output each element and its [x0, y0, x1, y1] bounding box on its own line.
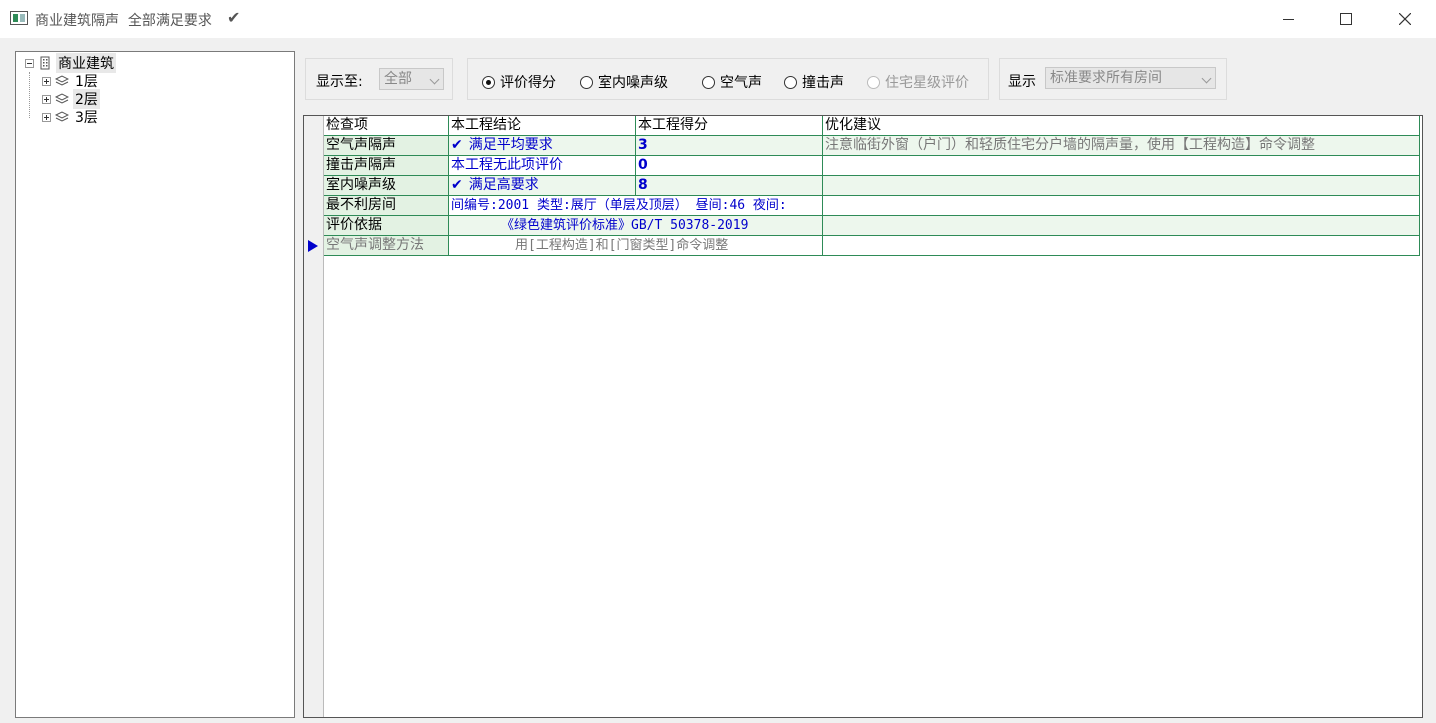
tree-item-floor-2[interactable]: 2层: [42, 89, 100, 109]
floor-icon: [55, 93, 69, 104]
show-to-select[interactable]: 全部: [379, 68, 444, 90]
row-score[interactable]: 0: [636, 156, 823, 176]
tree-root[interactable]: 商业建筑: [25, 53, 116, 73]
check-icon: ✔: [227, 8, 241, 27]
expand-icon[interactable]: [42, 94, 51, 104]
radio-label: 室内噪声级: [598, 75, 668, 91]
row-item[interactable]: 最不利房间: [324, 196, 449, 216]
header-score[interactable]: 本工程得分: [636, 116, 823, 136]
radio-airborne-sound[interactable]: 空气声: [702, 72, 762, 92]
show-to-label: 显示至:: [316, 74, 363, 90]
view-mode-group: 评价得分 室内噪声级 空气声 撞击声 住宅星级评价: [467, 58, 989, 100]
row-score[interactable]: 3: [636, 136, 823, 156]
radio-evaluation-score[interactable]: 评价得分: [482, 72, 556, 92]
radio-circle[interactable]: [482, 75, 495, 89]
row-conclusion[interactable]: ✔ 满足平均要求: [449, 136, 636, 156]
header-check-item[interactable]: 检查项: [324, 116, 449, 136]
row-conclusion[interactable]: 《绿色建筑评价标准》GB/T 50378-2019: [449, 216, 823, 236]
header-conclusion[interactable]: 本工程结论: [449, 116, 636, 136]
radio-indoor-noise[interactable]: 室内噪声级: [580, 72, 668, 92]
floor-icon: [55, 75, 69, 86]
tree-item-label: 3层: [75, 110, 98, 126]
row-conclusion[interactable]: 本工程无此项评价: [449, 156, 636, 176]
expand-icon[interactable]: [42, 76, 51, 86]
row-item[interactable]: 室内噪声级: [324, 176, 449, 196]
row-item[interactable]: 空气声隔声: [324, 136, 449, 156]
header-advice[interactable]: 优化建议: [823, 116, 1420, 136]
display-value: 标准要求所有房间: [1050, 70, 1162, 86]
chevron-down-icon: [429, 74, 440, 85]
building-tree[interactable]: 商业建筑 1层 2层 3层: [15, 51, 295, 718]
tree-item-label: 2层: [73, 89, 100, 109]
maximize-button[interactable]: [1317, 0, 1375, 38]
results-grid[interactable]: 检查项 本工程结论 本工程得分 优化建议 空气声隔声 ✔ 满足平均要求 3 注意临…: [303, 115, 1423, 718]
radio-label: 撞击声: [802, 75, 844, 91]
radio-circle[interactable]: [784, 75, 797, 89]
app-icon: [10, 11, 28, 25]
row-item[interactable]: 撞击声隔声: [324, 156, 449, 176]
minimize-button[interactable]: [1259, 0, 1317, 38]
check-icon: ✔: [451, 137, 463, 153]
row-advice[interactable]: [823, 156, 1420, 176]
row-advice[interactable]: 注意临街外窗（户门）和轻质住宅分户墙的隔声量，使用【工程构造】命令调整: [823, 136, 1420, 156]
window-title: 商业建筑隔声 全部满足要求: [35, 13, 212, 29]
show-to-value: 全部: [384, 71, 412, 87]
display-select[interactable]: 标准要求所有房间: [1045, 67, 1216, 89]
row-indicator-column: [304, 116, 324, 717]
radio-circle[interactable]: [580, 75, 593, 89]
row-advice[interactable]: [823, 176, 1420, 196]
collapse-icon[interactable]: [25, 58, 34, 68]
radio-label: 住宅星级评价: [885, 75, 969, 91]
radio-circle[interactable]: [702, 75, 715, 89]
expand-icon[interactable]: [42, 112, 51, 122]
tree-root-label: 商业建筑: [56, 53, 116, 73]
radio-label: 空气声: [720, 75, 762, 91]
conclusion-text: 满足平均要求: [468, 137, 553, 153]
row-advice[interactable]: [823, 196, 1420, 216]
show-to-group: 显示至: 全部: [305, 58, 453, 100]
row-conclusion[interactable]: ✔ 满足高要求: [449, 176, 636, 196]
display-label: 显示: [1008, 74, 1036, 90]
conclusion-text: 满足高要求: [468, 177, 539, 193]
close-button[interactable]: [1376, 0, 1434, 38]
tree-item-floor-1[interactable]: 1层: [42, 72, 100, 90]
building-icon: [40, 56, 50, 70]
row-item[interactable]: 空气声调整方法: [324, 236, 449, 256]
row-advice[interactable]: [823, 236, 1420, 256]
row-score[interactable]: 8: [636, 176, 823, 196]
row-conclusion[interactable]: 间编号:2001 类型:展厅（单层及顶层） 昼间:46 夜间:: [449, 196, 823, 216]
radio-impact-sound[interactable]: 撞击声: [784, 72, 844, 92]
floor-icon: [55, 111, 69, 122]
close-icon: [1399, 13, 1411, 25]
tree-item-label: 1层: [75, 74, 98, 90]
radio-residential-star-rating: 住宅星级评价: [867, 72, 969, 92]
radio-label: 评价得分: [500, 75, 556, 91]
row-conclusion[interactable]: 用[工程构造]和[门窗类型]命令调整: [449, 236, 823, 256]
title-bar: 商业建筑隔声 全部满足要求 ✔: [0, 0, 1436, 38]
current-row-arrow-icon: [308, 240, 318, 252]
row-item[interactable]: 评价依据: [324, 216, 449, 236]
radio-circle: [867, 75, 880, 89]
chevron-down-icon: [1201, 73, 1212, 84]
tree-item-floor-3[interactable]: 3层: [42, 108, 100, 126]
check-icon: ✔: [451, 177, 463, 193]
display-group: 显示 标准要求所有房间: [999, 58, 1227, 100]
row-advice[interactable]: [823, 216, 1420, 236]
